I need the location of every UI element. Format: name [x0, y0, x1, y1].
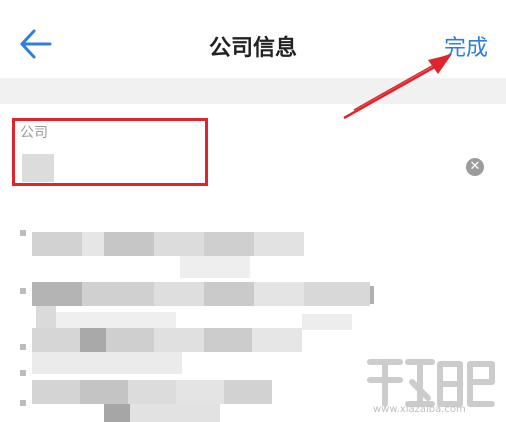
section-gap: [0, 78, 506, 104]
navigation-bar: 公司信息 完成: [0, 0, 506, 79]
page-title: 公司信息: [208, 36, 297, 61]
highlight-box: [12, 118, 208, 186]
done-button[interactable]: 完成: [444, 30, 488, 62]
clear-icon[interactable]: ✕: [466, 158, 484, 176]
watermark-url: www.xiazaiba.com: [373, 404, 466, 415]
